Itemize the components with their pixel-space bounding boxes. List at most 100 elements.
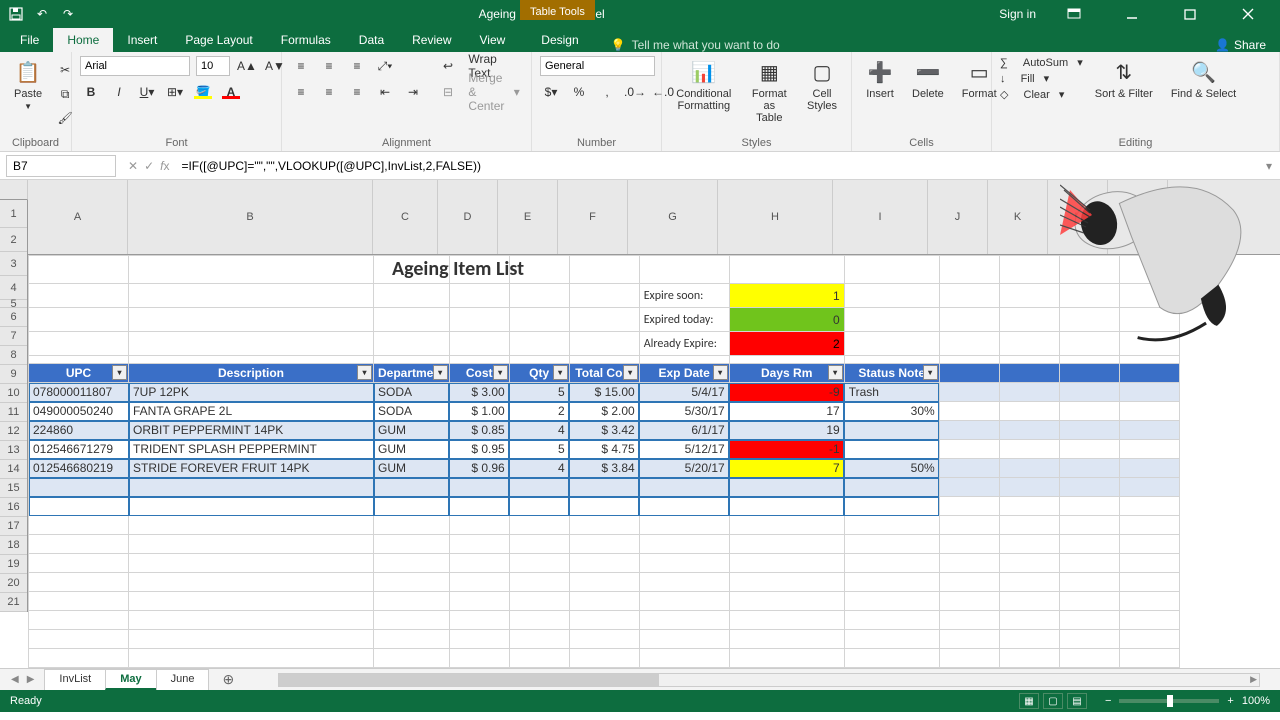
tab-design[interactable]: Design: [527, 28, 592, 52]
tab-review[interactable]: Review: [398, 28, 465, 52]
pagebreak-view-icon[interactable]: ▤: [1067, 693, 1087, 709]
font-name-select[interactable]: [80, 56, 190, 76]
col-header[interactable]: B: [128, 180, 373, 254]
filter-button[interactable]: ▾: [828, 365, 843, 380]
col-header[interactable]: J: [928, 180, 988, 254]
row-header[interactable]: 5: [0, 300, 27, 308]
comma-format-icon[interactable]: ,: [596, 82, 618, 102]
filter-button[interactable]: ▾: [493, 365, 508, 380]
row-header[interactable]: 10: [0, 384, 27, 403]
col-header[interactable]: E: [498, 180, 558, 254]
font-color-button[interactable]: A: [220, 82, 242, 102]
row-header[interactable]: 3: [0, 252, 27, 276]
row-header[interactable]: 11: [0, 403, 27, 422]
row-header[interactable]: 2: [0, 228, 27, 252]
page-layout-view-icon[interactable]: ▢: [1043, 693, 1063, 709]
filter-button[interactable]: ▾: [553, 365, 568, 380]
row-header[interactable]: 6: [0, 308, 27, 327]
col-header[interactable]: I: [833, 180, 928, 254]
row-header[interactable]: 12: [0, 422, 27, 441]
indent-increase-icon[interactable]: ⇥: [402, 82, 424, 102]
conditional-formatting-button[interactable]: 📊Conditional Formatting: [670, 56, 738, 114]
filter-button[interactable]: ▾: [713, 365, 728, 380]
undo-icon[interactable]: ↶: [34, 6, 50, 22]
row-header[interactable]: 9: [0, 365, 27, 384]
horizontal-scrollbar[interactable]: ◀▶: [278, 673, 1260, 687]
add-sheet-button[interactable]: ⊕: [208, 668, 248, 691]
align-left-icon[interactable]: ≡: [290, 82, 312, 102]
indent-decrease-icon[interactable]: ⇤: [374, 82, 396, 102]
sheet-tab[interactable]: May: [105, 669, 156, 690]
ribbon-options-icon[interactable]: [1054, 0, 1094, 28]
autosum-button[interactable]: ∑ AutoSum ▾: [1000, 56, 1083, 69]
row-header[interactable]: 21: [0, 593, 27, 612]
zoom-out-button[interactable]: −: [1105, 695, 1111, 707]
border-button[interactable]: ⊞▾: [164, 82, 186, 102]
align-top-icon[interactable]: ≡: [290, 56, 312, 76]
enter-formula-icon[interactable]: ✓: [144, 159, 154, 173]
sort-filter-button[interactable]: ⇅Sort & Filter: [1089, 56, 1159, 102]
tab-home[interactable]: Home: [53, 28, 113, 52]
filter-button[interactable]: ▾: [112, 365, 127, 380]
bold-button[interactable]: B: [80, 82, 102, 102]
row-header[interactable]: 18: [0, 536, 27, 555]
merge-center-button[interactable]: ⊟ Merge & Center ▾: [436, 82, 527, 102]
row-header[interactable]: 17: [0, 517, 27, 536]
tab-data[interactable]: Data: [345, 28, 398, 52]
row-header[interactable]: 19: [0, 555, 27, 574]
filter-button[interactable]: ▾: [357, 365, 372, 380]
save-icon[interactable]: [8, 6, 24, 22]
col-header[interactable]: F: [558, 180, 628, 254]
paste-button[interactable]: 📋 Paste ▼: [8, 56, 48, 113]
fx-icon[interactable]: fx: [160, 159, 169, 173]
col-header[interactable]: D: [438, 180, 498, 254]
align-middle-icon[interactable]: ≡: [318, 56, 340, 76]
row-header[interactable]: 8: [0, 346, 27, 365]
row-header[interactable]: 15: [0, 479, 27, 498]
cancel-formula-icon[interactable]: ✕: [128, 159, 138, 173]
fill-button[interactable]: ↓ Fill ▾: [1000, 72, 1083, 85]
maximize-icon[interactable]: [1170, 0, 1210, 28]
font-size-select[interactable]: [196, 56, 230, 76]
align-bottom-icon[interactable]: ≡: [346, 56, 368, 76]
number-format-select[interactable]: [540, 56, 655, 76]
tab-view[interactable]: View: [466, 28, 520, 52]
share-button[interactable]: 👤Share: [1215, 38, 1266, 52]
redo-icon[interactable]: ↷: [60, 6, 76, 22]
align-right-icon[interactable]: ≡: [346, 82, 368, 102]
row-header[interactable]: 7: [0, 327, 27, 346]
accounting-format-icon[interactable]: $▾: [540, 82, 562, 102]
name-box[interactable]: [6, 155, 116, 177]
align-center-icon[interactable]: ≡: [318, 82, 340, 102]
row-header[interactable]: 13: [0, 441, 27, 460]
close-icon[interactable]: [1228, 0, 1268, 28]
col-header[interactable]: A: [28, 180, 128, 254]
row-header[interactable]: 16: [0, 498, 27, 517]
filter-button[interactable]: ▾: [623, 365, 638, 380]
tellme-search[interactable]: 💡Tell me what you want to do: [611, 38, 780, 52]
col-header[interactable]: H: [718, 180, 833, 254]
filter-button[interactable]: ▾: [923, 365, 938, 380]
minimize-icon[interactable]: [1112, 0, 1152, 28]
row-header[interactable]: 14: [0, 460, 27, 479]
tab-insert[interactable]: Insert: [113, 28, 171, 52]
insert-cells-button[interactable]: ➕Insert: [860, 56, 900, 102]
sheet-nav[interactable]: ◀▶: [0, 672, 45, 687]
zoom-level[interactable]: 100%: [1242, 695, 1270, 707]
orientation-icon[interactable]: ⤢▾: [374, 56, 396, 76]
zoom-slider[interactable]: [1119, 699, 1219, 703]
row-header[interactable]: 1: [0, 200, 27, 228]
zoom-in-button[interactable]: +: [1227, 695, 1233, 707]
row-header[interactable]: 4: [0, 276, 27, 300]
filter-button[interactable]: ▾: [433, 365, 448, 380]
increase-decimal-icon[interactable]: .0→: [624, 82, 646, 102]
cell-styles-button[interactable]: ▢Cell Styles: [801, 56, 843, 114]
tab-formulas[interactable]: Formulas: [267, 28, 345, 52]
normal-view-icon[interactable]: ▦: [1019, 693, 1039, 709]
tab-file[interactable]: File: [6, 28, 53, 52]
underline-button[interactable]: U▾: [136, 82, 158, 102]
delete-cells-button[interactable]: ➖Delete: [906, 56, 950, 102]
increase-font-icon[interactable]: A▲: [236, 56, 258, 76]
row-header[interactable]: 20: [0, 574, 27, 593]
col-header[interactable]: K: [988, 180, 1048, 254]
